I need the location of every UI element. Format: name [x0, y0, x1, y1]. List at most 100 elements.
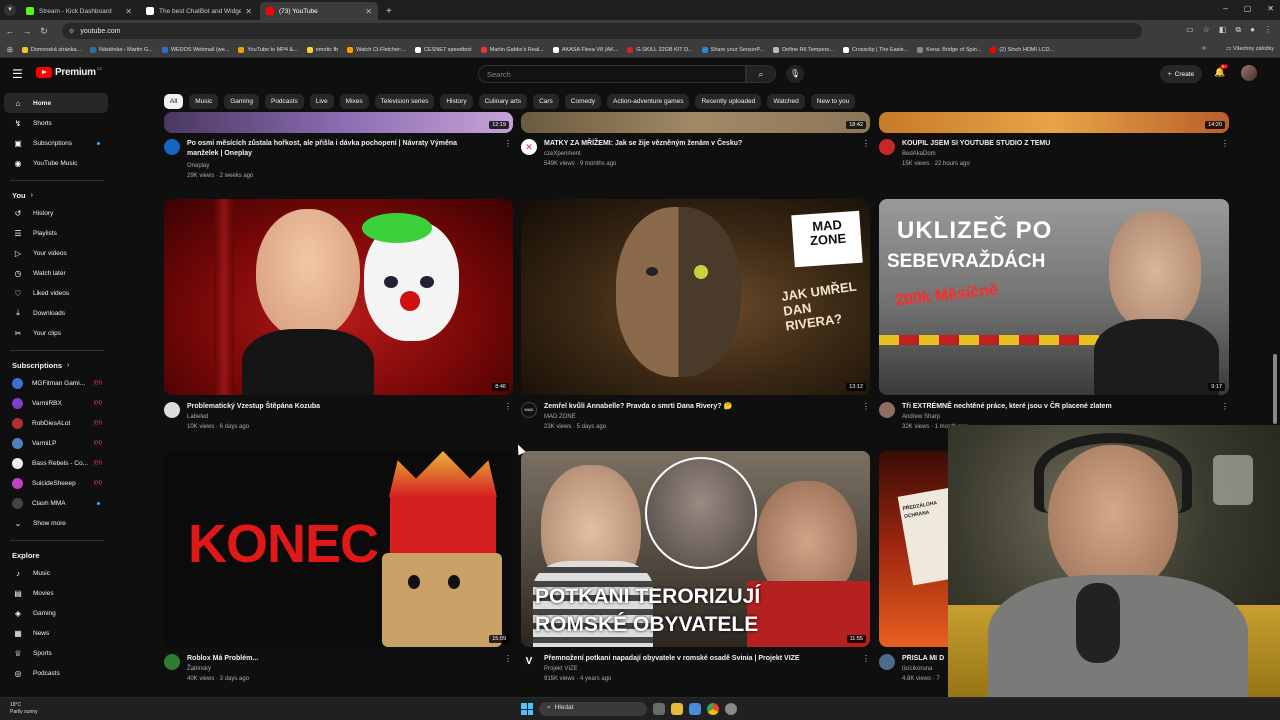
- channel-name[interactable]: czeXperiment: [544, 151, 581, 157]
- sidebar-item-movies[interactable]: ▤ Movies: [4, 583, 108, 603]
- search-input[interactable]: Search: [478, 65, 746, 83]
- chip-history[interactable]: History: [440, 94, 473, 109]
- sidebar-item-home[interactable]: ⌂ Home: [4, 93, 108, 113]
- channel-avatar[interactable]: [879, 139, 895, 155]
- video-thumbnail[interactable]: UKLIZEČ PO SEBEVRAŽDÁCH 200k Měsíčně 9:1…: [879, 199, 1229, 395]
- channel-avatar[interactable]: [879, 402, 895, 418]
- bookmark-item[interactable]: WEDOS Webmail (we...: [161, 46, 229, 53]
- video-title[interactable]: KOUPIL JSEM SI YOUTUBE STUDIO Z TEMU: [902, 139, 1202, 149]
- video-thumbnail[interactable]: KONEC 15:09: [164, 451, 513, 647]
- video-thumbnail[interactable]: POTKANI TERORIZUJÍ ROMSKÉ OBYVATELE 11:5…: [521, 451, 870, 647]
- chip-all[interactable]: All: [164, 94, 184, 109]
- video-thumbnail[interactable]: 18:42: [521, 112, 870, 133]
- task-view-icon[interactable]: [653, 703, 665, 715]
- video-thumbnail[interactable]: 12:19: [164, 112, 513, 133]
- back-icon[interactable]: ←: [3, 26, 17, 36]
- browser-tab-chatbot[interactable]: The best ChatBot and Widgets ✕: [140, 2, 258, 20]
- browser-tab-kick[interactable]: Stream - Kick Dashboard ✕: [20, 2, 138, 20]
- channel-name[interactable]: Žabinsky: [187, 666, 211, 672]
- chip-gaming[interactable]: Gaming: [224, 94, 259, 109]
- hamburger-menu-icon[interactable]: ☰: [12, 67, 23, 81]
- more-bookmarks-icon[interactable]: »: [1202, 45, 1206, 52]
- weather-widget[interactable]: 18°C Partly sunny: [10, 702, 38, 716]
- chip-recently-uploaded[interactable]: Recently uploaded: [695, 94, 762, 109]
- sidebar-item-youtube-music[interactable]: ◉ YouTube Music: [4, 153, 108, 173]
- sidebar-item-your-videos[interactable]: ▷ Your videos: [4, 243, 108, 263]
- forward-icon[interactable]: →: [20, 26, 34, 36]
- chrome-icon[interactable]: [707, 703, 719, 715]
- more-actions-icon[interactable]: ⋮: [504, 654, 512, 663]
- video-thumbnail[interactable]: PŘEDZÁLOHA OCHRANA: [879, 451, 948, 647]
- chip-action-adventure-games[interactable]: Action-adventure games: [607, 94, 690, 109]
- chip-music[interactable]: Music: [189, 94, 219, 109]
- sidebar-item-robdiesalot[interactable]: RobDiesALot ((•)): [4, 413, 108, 433]
- chip-comedy[interactable]: Comedy: [564, 94, 602, 109]
- chip-watched[interactable]: Watched: [767, 94, 805, 109]
- sidebar-item-podcasts[interactable]: ◎ Podcasts: [4, 663, 108, 683]
- chip-new-to-you[interactable]: New to you: [810, 94, 856, 109]
- start-icon[interactable]: [521, 703, 533, 715]
- channel-avatar[interactable]: [164, 402, 180, 418]
- video-title[interactable]: Roblox Má Problém...: [187, 654, 487, 664]
- youtube-logo[interactable]: Premium CZ: [36, 66, 102, 78]
- more-actions-icon[interactable]: ⋮: [862, 402, 870, 411]
- sidebar-item-varmirbx[interactable]: VarmiRBX ((•)): [4, 393, 108, 413]
- video-title[interactable]: Přemnožení potkani napadají obyvatele v …: [544, 654, 844, 664]
- window-close-icon[interactable]: ✕: [1267, 4, 1274, 13]
- reload-icon[interactable]: ↻: [37, 26, 51, 37]
- channel-name[interactable]: Labeled: [187, 414, 208, 420]
- chip-television-series[interactable]: Television series: [374, 94, 435, 109]
- channel-name[interactable]: Oneplay: [187, 163, 209, 169]
- channel-name[interactable]: Andrew Sharp: [902, 414, 940, 420]
- sidebar-item-history[interactable]: ↺ History: [4, 203, 108, 223]
- show-more-button[interactable]: ⌄ Show more: [4, 513, 108, 533]
- new-tab-icon[interactable]: +: [386, 6, 392, 17]
- sidebar-item-playlists[interactable]: ☰ Playlists: [4, 223, 108, 243]
- puzzle-icon[interactable]: ⧉: [1235, 25, 1241, 35]
- file-explorer-icon[interactable]: [671, 703, 683, 715]
- bookmark-star-icon[interactable]: ☆: [1203, 25, 1210, 35]
- chip-mixes[interactable]: Mixes: [339, 94, 369, 109]
- sidebar-item-downloads[interactable]: ⤓ Downloads: [4, 303, 108, 323]
- sidebar-item-music[interactable]: ♪ Music: [4, 563, 108, 583]
- more-actions-icon[interactable]: ⋮: [504, 139, 512, 148]
- page-scrollbar[interactable]: [1273, 96, 1277, 426]
- more-actions-icon[interactable]: ⋮: [1221, 139, 1229, 148]
- close-tab-icon[interactable]: ✕: [365, 7, 372, 16]
- chip-live[interactable]: Live: [309, 94, 334, 109]
- cast-icon[interactable]: ▭: [1186, 25, 1194, 35]
- subscriptions-section-header[interactable]: Subscriptions ›: [4, 357, 108, 373]
- browser-tab-youtube[interactable]: (73) YouTube ✕: [260, 2, 378, 20]
- video-title[interactable]: MATKY ZA MŘÍŽEMI: Jak se žije vězněným ž…: [544, 139, 844, 149]
- close-tab-icon[interactable]: ✕: [245, 7, 252, 16]
- channel-name[interactable]: Projekt VIZE: [544, 666, 578, 672]
- bookmark-item[interactable]: Watch Ct Fletcher:...: [347, 46, 406, 53]
- more-actions-icon[interactable]: ⋮: [862, 654, 870, 663]
- channel-avatar[interactable]: MAD: [521, 402, 537, 418]
- video-title[interactable]: Tři EXTRÉMNĚ nechtěné práce, které jsou …: [902, 402, 1202, 412]
- bookmark-item[interactable]: AKASA Flexa V8 (AK...: [552, 46, 618, 53]
- video-title[interactable]: Zemřel kvůli Annabelle? Pravda o smrti D…: [544, 402, 844, 412]
- minimize-icon[interactable]: –: [1223, 4, 1227, 13]
- channel-avatar[interactable]: [164, 654, 180, 670]
- sidebar-item-sports[interactable]: ♕ Sports: [4, 643, 108, 663]
- bookmark-item[interactable]: (2) Sinch HDMI LCD...: [990, 46, 1054, 53]
- chip-culinary-arts[interactable]: Culinary arts: [478, 94, 528, 109]
- bookmark-item[interactable]: YouTube to MP4 &...: [238, 46, 298, 53]
- more-actions-icon[interactable]: ⋮: [862, 139, 870, 148]
- profile-icon[interactable]: ●: [1250, 25, 1255, 35]
- chip-podcasts[interactable]: Podcasts: [264, 94, 304, 109]
- channel-avatar[interactable]: [879, 654, 895, 670]
- video-title[interactable]: PŘIŠLA MI D: [902, 654, 944, 664]
- channel-avatar[interactable]: ✕: [521, 139, 537, 155]
- channel-avatar[interactable]: [164, 139, 180, 155]
- create-button[interactable]: + Create: [1160, 65, 1202, 83]
- settings-icon[interactable]: [725, 703, 737, 715]
- chip-cars[interactable]: Cars: [533, 94, 559, 109]
- taskbar-search[interactable]: ⌕ Hledat: [539, 702, 647, 716]
- sidebar-item-mgfitman-gami[interactable]: MGFitman Gami... ((•)): [4, 373, 108, 393]
- sidebar-item-varmilp[interactable]: VarmiLP ((•)): [4, 433, 108, 453]
- sidebar-item-news[interactable]: ▦ News: [4, 623, 108, 643]
- video-thumbnail[interactable]: MAD ZONE JAK UMŘEL DAN RIVERA? 13:12: [521, 199, 870, 395]
- channel-name[interactable]: BedAkaDom: [902, 151, 936, 157]
